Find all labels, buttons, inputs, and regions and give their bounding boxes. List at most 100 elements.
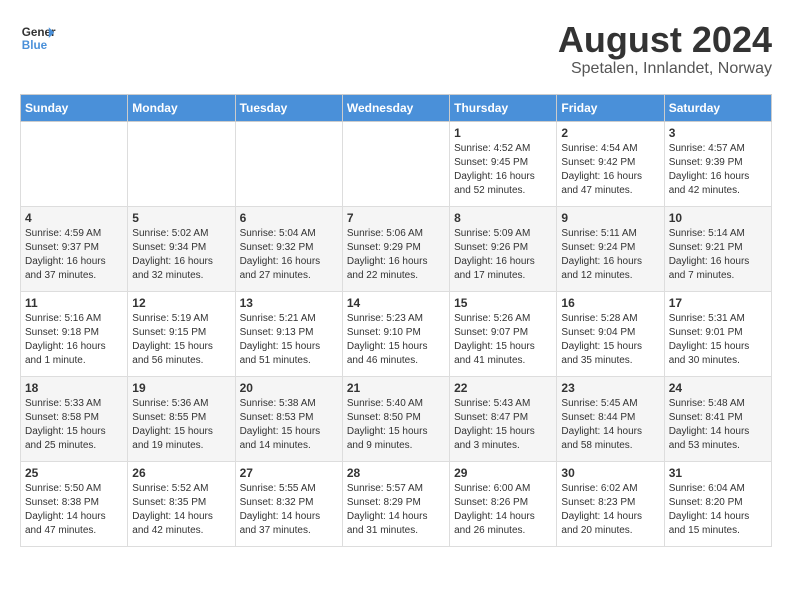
day-info: Sunrise: 6:04 AM Sunset: 8:20 PM Dayligh…: [669, 482, 767, 538]
day-info: Sunrise: 4:57 AM Sunset: 9:39 PM Dayligh…: [669, 142, 767, 198]
day-number: 15: [454, 296, 552, 310]
calendar-cell: 27 Sunrise: 5:55 AM Sunset: 8:32 PM Dayli…: [235, 461, 342, 546]
day-info: Sunrise: 5:38 AM Sunset: 8:53 PM Dayligh…: [240, 397, 338, 453]
day-number: 23: [561, 381, 659, 395]
day-number: 29: [454, 466, 552, 480]
day-info: Sunrise: 5:31 AM Sunset: 9:01 PM Dayligh…: [669, 312, 767, 368]
calendar-cell: 11 Sunrise: 5:16 AM Sunset: 9:18 PM Dayli…: [21, 291, 128, 376]
day-number: 6: [240, 211, 338, 225]
day-number: 2: [561, 126, 659, 140]
calendar-week-5: 25Sunrise: 5:50 AM Sunset: 8:38 PM Dayli…: [21, 461, 772, 546]
day-info: Sunrise: 4:59 AM Sunset: 9:37 PM Dayligh…: [25, 227, 123, 283]
calendar-cell: 2 Sunrise: 4:54 AM Sunset: 9:42 PM Daylig…: [557, 121, 664, 206]
day-info: Sunrise: 5:43 AM Sunset: 8:47 PM Dayligh…: [454, 397, 552, 453]
weekday-header-saturday: Saturday: [664, 94, 771, 121]
svg-text:Blue: Blue: [22, 39, 48, 52]
day-number: 22: [454, 381, 552, 395]
page-subtitle: Spetalen, Innlandet, Norway: [558, 60, 772, 78]
calendar-cell: 23Sunrise: 5:45 AM Sunset: 8:44 PM Dayli…: [557, 376, 664, 461]
weekday-header-row: SundayMondayTuesdayWednesdayThursdayFrid…: [21, 94, 772, 121]
day-number: 16: [561, 296, 659, 310]
logo-icon: General Blue: [20, 20, 56, 56]
calendar-cell: 28 Sunrise: 5:57 AM Sunset: 8:29 PM Dayli…: [342, 461, 449, 546]
day-info: Sunrise: 5:52 AM Sunset: 8:35 PM Dayligh…: [132, 482, 230, 538]
calendar-cell: 16 Sunrise: 5:28 AM Sunset: 9:04 PM Dayli…: [557, 291, 664, 376]
calendar-cell: 19 Sunrise: 5:36 AM Sunset: 8:55 PM Dayli…: [128, 376, 235, 461]
calendar-week-2: 4 Sunrise: 4:59 AM Sunset: 9:37 PM Daylig…: [21, 206, 772, 291]
calendar-cell: 20Sunrise: 5:38 AM Sunset: 8:53 PM Dayli…: [235, 376, 342, 461]
page-title: August 2024: [558, 20, 772, 60]
day-number: 28: [347, 466, 445, 480]
day-info: Sunrise: 5:26 AM Sunset: 9:07 PM Dayligh…: [454, 312, 552, 368]
calendar-cell: [21, 121, 128, 206]
day-number: 17: [669, 296, 767, 310]
calendar-cell: 12 Sunrise: 5:19 AM Sunset: 9:15 PM Dayli…: [128, 291, 235, 376]
day-info: Sunrise: 5:14 AM Sunset: 9:21 PM Dayligh…: [669, 227, 767, 283]
calendar-cell: 22 Sunrise: 5:43 AM Sunset: 8:47 PM Dayli…: [450, 376, 557, 461]
calendar-table: SundayMondayTuesdayWednesdayThursdayFrid…: [20, 94, 772, 547]
day-info: Sunrise: 5:28 AM Sunset: 9:04 PM Dayligh…: [561, 312, 659, 368]
day-number: 21: [347, 381, 445, 395]
logo: General Blue: [20, 20, 56, 56]
calendar-cell: 9 Sunrise: 5:11 AM Sunset: 9:24 PM Daylig…: [557, 206, 664, 291]
day-number: 5: [132, 211, 230, 225]
calendar-cell: 21 Sunrise: 5:40 AM Sunset: 8:50 PM Dayli…: [342, 376, 449, 461]
day-number: 12: [132, 296, 230, 310]
day-number: 19: [132, 381, 230, 395]
day-info: Sunrise: 5:33 AM Sunset: 8:58 PM Dayligh…: [25, 397, 123, 453]
calendar-cell: 5 Sunrise: 5:02 AM Sunset: 9:34 PM Daylig…: [128, 206, 235, 291]
page-header: General Blue August 2024 Spetalen, Innla…: [20, 20, 772, 78]
day-number: 9: [561, 211, 659, 225]
calendar-week-1: 1Sunrise: 4:52 AM Sunset: 9:45 PM Daylig…: [21, 121, 772, 206]
day-number: 8: [454, 211, 552, 225]
calendar-cell: 13 Sunrise: 5:21 AM Sunset: 9:13 PM Dayli…: [235, 291, 342, 376]
day-info: Sunrise: 5:57 AM Sunset: 8:29 PM Dayligh…: [347, 482, 445, 538]
day-info: Sunrise: 5:40 AM Sunset: 8:50 PM Dayligh…: [347, 397, 445, 453]
day-info: Sunrise: 5:36 AM Sunset: 8:55 PM Dayligh…: [132, 397, 230, 453]
day-info: Sunrise: 5:21 AM Sunset: 9:13 PM Dayligh…: [240, 312, 338, 368]
day-info: Sunrise: 6:00 AM Sunset: 8:26 PM Dayligh…: [454, 482, 552, 538]
calendar-cell: [128, 121, 235, 206]
day-info: Sunrise: 5:16 AM Sunset: 9:18 PM Dayligh…: [25, 312, 123, 368]
day-number: 18: [25, 381, 123, 395]
weekday-header-thursday: Thursday: [450, 94, 557, 121]
calendar-cell: 4 Sunrise: 4:59 AM Sunset: 9:37 PM Daylig…: [21, 206, 128, 291]
day-info: Sunrise: 5:19 AM Sunset: 9:15 PM Dayligh…: [132, 312, 230, 368]
title-block: August 2024 Spetalen, Innlandet, Norway: [558, 20, 772, 78]
day-number: 27: [240, 466, 338, 480]
day-info: Sunrise: 4:54 AM Sunset: 9:42 PM Dayligh…: [561, 142, 659, 198]
calendar-cell: 26Sunrise: 5:52 AM Sunset: 8:35 PM Dayli…: [128, 461, 235, 546]
calendar-cell: 18 Sunrise: 5:33 AM Sunset: 8:58 PM Dayli…: [21, 376, 128, 461]
day-number: 25: [25, 466, 123, 480]
calendar-cell: 1Sunrise: 4:52 AM Sunset: 9:45 PM Daylig…: [450, 121, 557, 206]
day-info: Sunrise: 5:11 AM Sunset: 9:24 PM Dayligh…: [561, 227, 659, 283]
day-number: 11: [25, 296, 123, 310]
calendar-cell: [235, 121, 342, 206]
day-number: 13: [240, 296, 338, 310]
day-info: Sunrise: 5:55 AM Sunset: 8:32 PM Dayligh…: [240, 482, 338, 538]
calendar-week-3: 11 Sunrise: 5:16 AM Sunset: 9:18 PM Dayli…: [21, 291, 772, 376]
weekday-header-wednesday: Wednesday: [342, 94, 449, 121]
day-info: Sunrise: 6:02 AM Sunset: 8:23 PM Dayligh…: [561, 482, 659, 538]
weekday-header-tuesday: Tuesday: [235, 94, 342, 121]
calendar-cell: 6 Sunrise: 5:04 AM Sunset: 9:32 PM Daylig…: [235, 206, 342, 291]
day-info: Sunrise: 5:04 AM Sunset: 9:32 PM Dayligh…: [240, 227, 338, 283]
day-number: 24: [669, 381, 767, 395]
calendar-cell: 17 Sunrise: 5:31 AM Sunset: 9:01 PM Dayli…: [664, 291, 771, 376]
calendar-cell: 10Sunrise: 5:14 AM Sunset: 9:21 PM Dayli…: [664, 206, 771, 291]
day-info: Sunrise: 5:48 AM Sunset: 8:41 PM Dayligh…: [669, 397, 767, 453]
day-number: 4: [25, 211, 123, 225]
calendar-cell: 14 Sunrise: 5:23 AM Sunset: 9:10 PM Dayli…: [342, 291, 449, 376]
calendar-cell: 24 Sunrise: 5:48 AM Sunset: 8:41 PM Dayli…: [664, 376, 771, 461]
day-info: Sunrise: 5:23 AM Sunset: 9:10 PM Dayligh…: [347, 312, 445, 368]
calendar-cell: 3 Sunrise: 4:57 AM Sunset: 9:39 PM Daylig…: [664, 121, 771, 206]
day-number: 30: [561, 466, 659, 480]
calendar-cell: 8 Sunrise: 5:09 AM Sunset: 9:26 PM Daylig…: [450, 206, 557, 291]
day-number: 3: [669, 126, 767, 140]
day-number: 14: [347, 296, 445, 310]
day-info: Sunrise: 5:09 AM Sunset: 9:26 PM Dayligh…: [454, 227, 552, 283]
calendar-week-4: 18 Sunrise: 5:33 AM Sunset: 8:58 PM Dayli…: [21, 376, 772, 461]
calendar-cell: [342, 121, 449, 206]
weekday-header-monday: Monday: [128, 94, 235, 121]
day-info: Sunrise: 5:02 AM Sunset: 9:34 PM Dayligh…: [132, 227, 230, 283]
